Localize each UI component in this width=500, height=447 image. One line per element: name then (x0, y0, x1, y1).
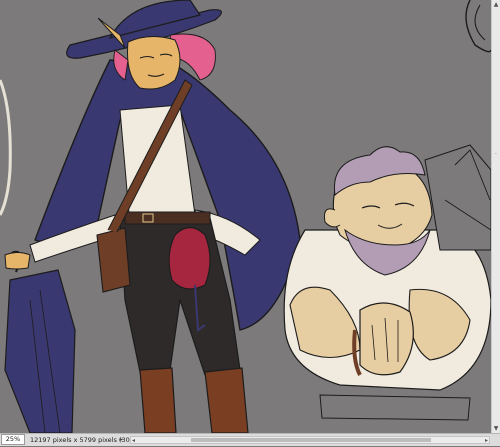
pouch (168, 226, 211, 290)
zoom-level-field[interactable]: 25% (1, 434, 25, 445)
umbrella (4, 269, 76, 433)
drawing-canvas[interactable] (0, 0, 491, 433)
scroll-marker-icon: · (495, 151, 497, 158)
scroll-left-arrow-icon[interactable]: ◂ (132, 435, 135, 447)
vertical-scrollbar[interactable]: ▲ · ▼ (491, 0, 500, 433)
boot-left (139, 367, 177, 433)
status-bar: 25% 12197 pixels x 5799 pixels (300 ppi)… (0, 433, 500, 446)
artwork (0, 0, 491, 433)
scroll-down-arrow-icon[interactable]: ▼ (492, 424, 500, 433)
dwarf-character (283, 144, 491, 421)
scroll-up-arrow-icon[interactable]: ▲ (492, 0, 500, 9)
horizontal-scroll-thumb[interactable] (191, 438, 431, 442)
partial-figure-left (0, 79, 12, 216)
satchel (96, 227, 131, 293)
status-menu-arrow-icon[interactable]: ▸ (120, 434, 123, 446)
face (127, 36, 181, 90)
scroll-right-arrow-icon[interactable]: ▸ (485, 435, 488, 447)
shirt (119, 104, 196, 226)
boot-right (204, 367, 249, 433)
elf-character (4, 0, 301, 433)
horizontal-scrollbar[interactable]: ◂ ▸ (130, 436, 490, 444)
